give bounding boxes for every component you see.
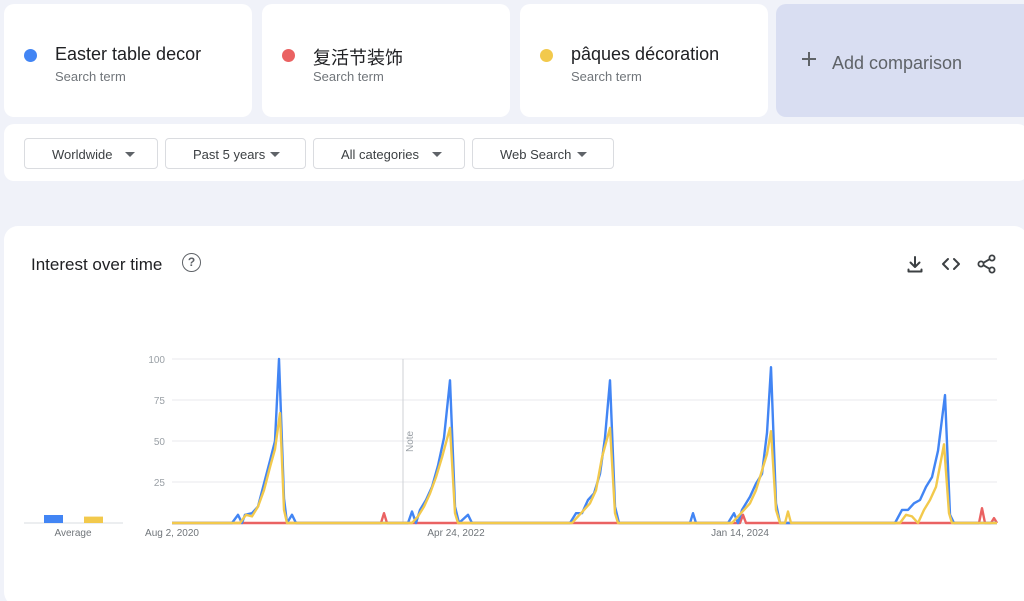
x-tick-label: Jan 14, 2024 (711, 528, 769, 539)
average-bar (44, 515, 63, 523)
y-tick-label: 50 (154, 437, 166, 448)
y-tick-label: 75 (154, 396, 166, 407)
interest-over-time-chart: 25 50 75 100 Note Aug 2, 2020 Apr 24, 2022 Jan … (24, 355, 999, 539)
y-tick-label: 25 (154, 478, 166, 489)
x-tick-label: Aug 2, 2020 (145, 528, 199, 539)
x-tick-label: Apr 24, 2022 (427, 528, 485, 539)
note-label: Note (405, 430, 416, 452)
average-bar (84, 516, 103, 523)
average-label: Average (54, 528, 92, 539)
y-tick-label: 100 (148, 355, 165, 366)
